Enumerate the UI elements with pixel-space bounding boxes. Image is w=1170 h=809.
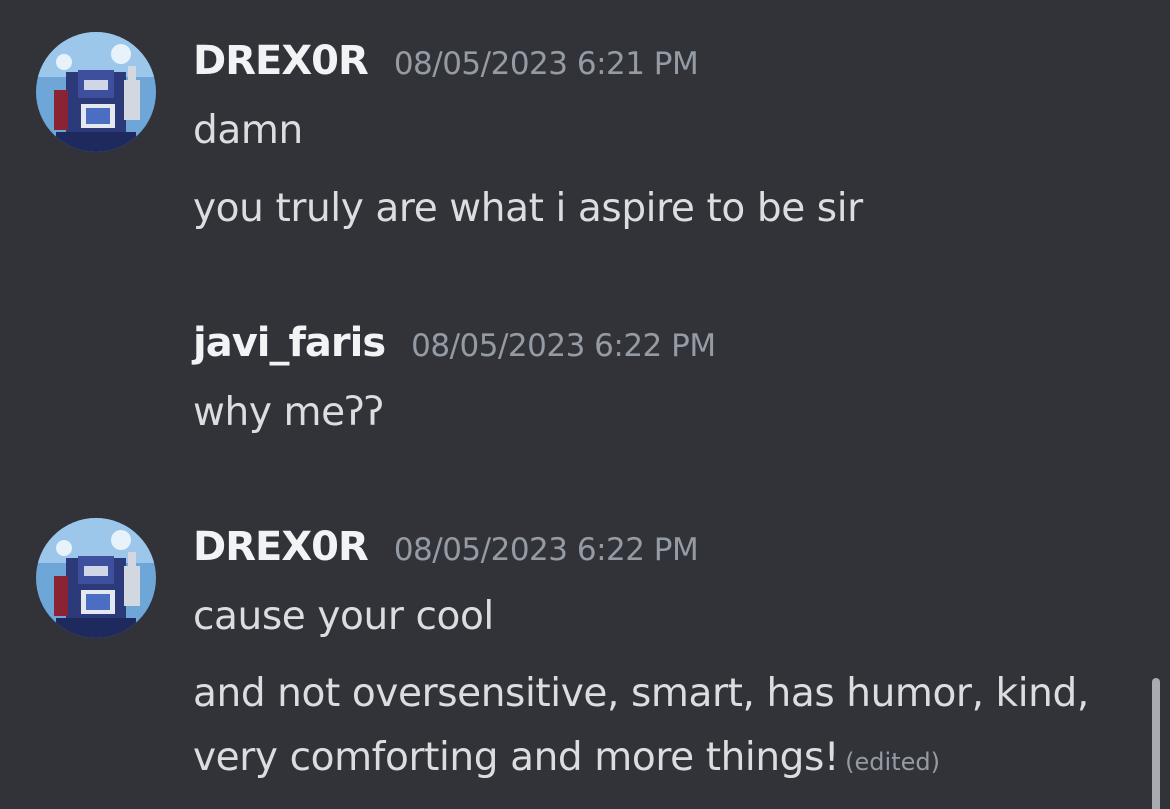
user-avatar[interactable] — [36, 518, 156, 638]
edited-label: (edited) — [845, 748, 940, 776]
timestamp: 08/05/2023 6:22 PM — [393, 532, 699, 568]
username[interactable]: DREX0R — [193, 38, 369, 84]
robot-avatar-icon — [36, 32, 156, 152]
message-header: DREX0R 08/05/2023 6:21 PM — [193, 38, 699, 84]
message-text: damn — [193, 108, 303, 153]
message-text-content: and not oversensitive, smart, has humor,… — [193, 671, 1089, 780]
username[interactable]: DREX0R — [193, 524, 369, 570]
message-text: you truly are what i aspire to be sir — [193, 186, 863, 231]
message-header: javi_faris 08/05/2023 6:22 PM — [193, 320, 716, 366]
message-header: DREX0R 08/05/2023 6:22 PM — [193, 524, 699, 570]
chat-message-list: DREX0R 08/05/2023 6:21 PM damn you truly… — [0, 0, 1170, 809]
timestamp: 08/05/2023 6:21 PM — [393, 46, 699, 82]
message-text: cause your cool — [193, 594, 494, 639]
user-avatar[interactable] — [36, 32, 156, 152]
robot-avatar-icon — [36, 518, 156, 638]
username[interactable]: javi_faris — [193, 320, 386, 366]
message-text: and not oversensitive, smart, has humor,… — [193, 662, 1143, 794]
message-text: why meʔʔ — [193, 390, 384, 435]
timestamp: 08/05/2023 6:22 PM — [411, 328, 716, 364]
scrollbar[interactable] — [1152, 678, 1160, 809]
